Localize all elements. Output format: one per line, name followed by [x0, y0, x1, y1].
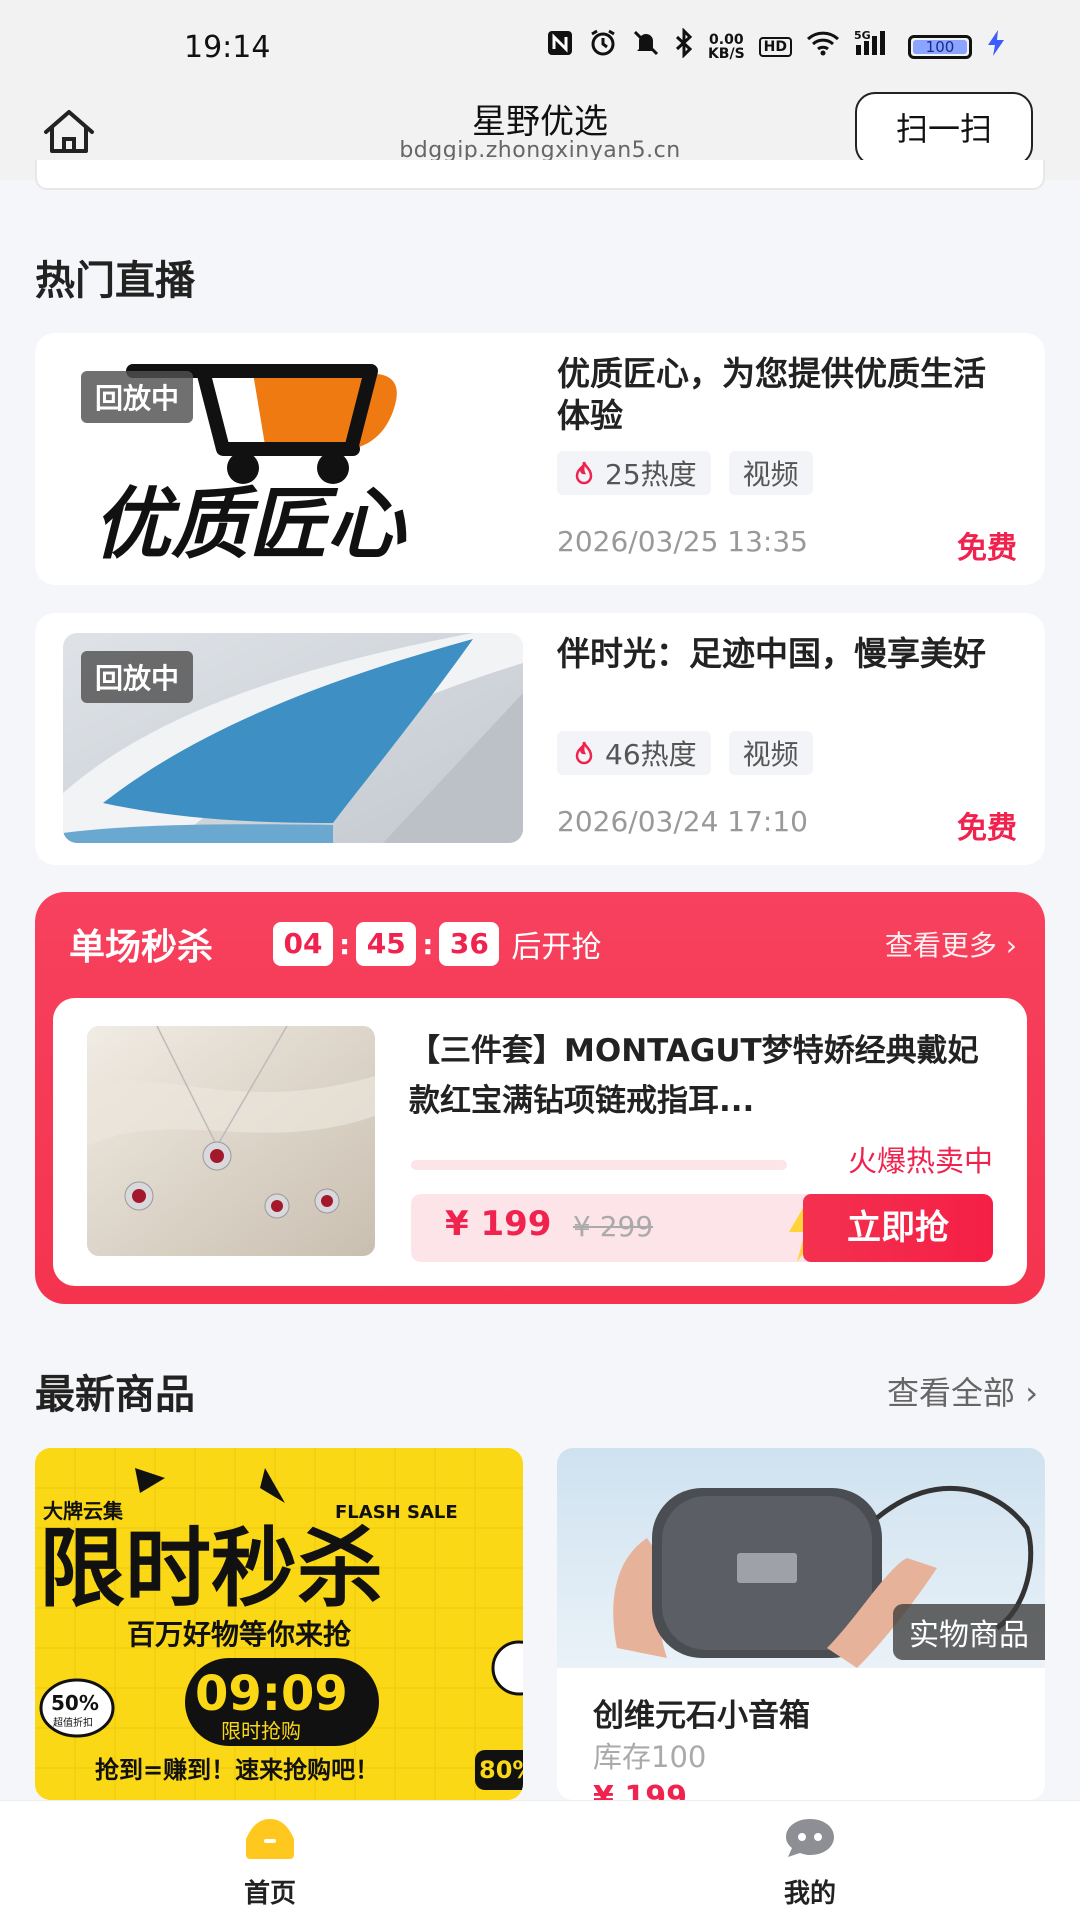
chat-bubble-icon: [786, 1819, 834, 1857]
live-thumbnail: 优质匠心 回放中: [63, 353, 523, 563]
nfc-icon: [546, 29, 574, 64]
battery-icon: 100: [908, 34, 972, 59]
tab-home[interactable]: 首页: [170, 1815, 370, 1910]
status-icons: 0.00 KB/S HD 5G 100: [546, 27, 1006, 65]
svg-text:抢到=赚到！速来抢购吧！: 抢到=赚到！速来抢购吧！: [95, 1756, 379, 1784]
heat-tag: 25热度: [557, 451, 711, 495]
wifi-icon: [806, 30, 840, 63]
replay-badge: 回放中: [81, 651, 194, 703]
flash-sale-title: 单场秒杀: [69, 927, 214, 968]
sale-progress-bar: [411, 1160, 787, 1170]
newest-title: 最新商品: [35, 1372, 195, 1418]
heat-tag: 46热度: [557, 731, 711, 775]
scan-button[interactable]: 扫一扫: [855, 92, 1033, 166]
product-name: 创维元石小音箱: [593, 1698, 810, 1734]
product-image: [87, 1026, 375, 1256]
svg-text:5G: 5G: [854, 29, 871, 42]
mute-icon: [632, 29, 660, 64]
product-type-tag: 实物商品: [893, 1604, 1045, 1660]
current-price: ¥ 199: [445, 1204, 552, 1244]
countdown: 04 : 45 : 36 后开抢: [273, 922, 601, 966]
home-tab-icon: [246, 1819, 294, 1859]
flash-sale-product[interactable]: 【三件套】MONTAGUT梦特娇经典戴妃款红宝满钻项链戒指耳... 火爆热卖中 …: [53, 998, 1027, 1286]
svg-text:优质匠心: 优质匠心: [93, 480, 407, 563]
original-price: ¥ 299: [573, 1210, 654, 1243]
net-speed: 0.00 KB/S: [707, 31, 745, 62]
live-price: 免费: [957, 811, 1017, 846]
svg-text:百万好物等你来抢: 百万好物等你来抢: [127, 1618, 352, 1651]
see-all-link[interactable]: 查看全部 ›: [887, 1368, 1038, 1414]
buy-bar: ¥ 199 ¥ 299 立即抢: [411, 1194, 993, 1262]
hot-sale-label: 火爆热卖中: [847, 1144, 993, 1178]
svg-text:超值折扣: 超值折扣: [53, 1716, 93, 1729]
type-tag: 视频: [728, 451, 813, 495]
charging-icon: [986, 29, 1006, 64]
tab-mine-label: 我的: [783, 1879, 836, 1909]
live-title: 优质匠心，为您提供优质生活体验: [557, 354, 986, 435]
tab-home-label: 首页: [243, 1879, 296, 1909]
live-thumbnail: 回放中: [63, 633, 523, 843]
countdown-suffix: 后开抢: [511, 930, 602, 965]
hd-icon: HD: [758, 36, 792, 57]
status-time: 19:14: [184, 30, 271, 65]
product-card[interactable]: 实物商品 创维元石小音箱 库存100 ¥ 199: [557, 1448, 1045, 1800]
bluetooth-icon: [674, 27, 694, 65]
product-name: 【三件套】MONTAGUT梦特娇经典戴妃款红宝满钻项链戒指耳...: [409, 1033, 979, 1119]
live-card[interactable]: 优质匠心 回放中 优质匠心，为您提供优质生活体验 25热度 视频 2026/03…: [35, 333, 1045, 585]
svg-text:限时秒杀: 限时秒杀: [39, 1519, 383, 1619]
alarm-icon: [588, 28, 618, 65]
cell-signal-icon: 5G: [854, 29, 894, 64]
live-tags: 46热度 视频: [557, 731, 813, 775]
see-more-link[interactable]: 查看更多 ›: [885, 924, 1017, 964]
live-title: 伴时光：足迹中国，慢享美好: [557, 634, 986, 673]
live-tags: 25热度 视频: [557, 451, 813, 495]
previous-card-edge: [35, 160, 1045, 190]
svg-text:09:09: 09:09: [195, 1666, 348, 1722]
svg-text:50%: 50%: [51, 1691, 99, 1715]
product-price: ¥ 199: [593, 1780, 687, 1800]
jewelry-image: [87, 1026, 375, 1256]
fire-icon: [575, 461, 593, 485]
bottom-tab-bar: 首页 我的: [0, 1800, 1080, 1920]
live-price: 免费: [957, 531, 1017, 566]
type-tag: 视频: [728, 731, 813, 775]
live-time: 2026/03/25 13:35: [557, 525, 808, 558]
live-card[interactable]: 回放中 伴时光：足迹中国，慢享美好 46热度 视频 2026/03/24 17:…: [35, 613, 1045, 865]
product-stock: 库存100: [593, 1740, 707, 1774]
buy-now-button[interactable]: 立即抢: [803, 1194, 993, 1262]
product-card[interactable]: 大牌云集 FLASH SALE 限时秒杀 百万好物等你来抢 09:09 限时抢购…: [35, 1448, 523, 1800]
countdown-hours: 04: [273, 922, 333, 966]
hot-live-title: 热门直播: [35, 258, 195, 304]
flash-sale-panel: 单场秒杀 04 : 45 : 36 后开抢 查看更多 › 【三件套】MONTAG…: [35, 892, 1045, 1304]
tab-mine[interactable]: 我的: [710, 1815, 910, 1910]
status-bar: 19:14 0.00 KB/S HD 5G 100: [0, 0, 1080, 92]
fire-icon: [575, 741, 593, 765]
countdown-seconds: 36: [439, 922, 500, 966]
replay-badge: 回放中: [81, 371, 194, 423]
live-time: 2026/03/24 17:10: [557, 805, 808, 838]
svg-text:限时抢购: 限时抢购: [221, 1719, 301, 1743]
flash-sale-banner-image: 大牌云集 FLASH SALE 限时秒杀 百万好物等你来抢 09:09 限时抢购…: [35, 1448, 523, 1800]
svg-text:80%: 80%: [479, 1756, 523, 1784]
countdown-minutes: 45: [356, 922, 417, 966]
